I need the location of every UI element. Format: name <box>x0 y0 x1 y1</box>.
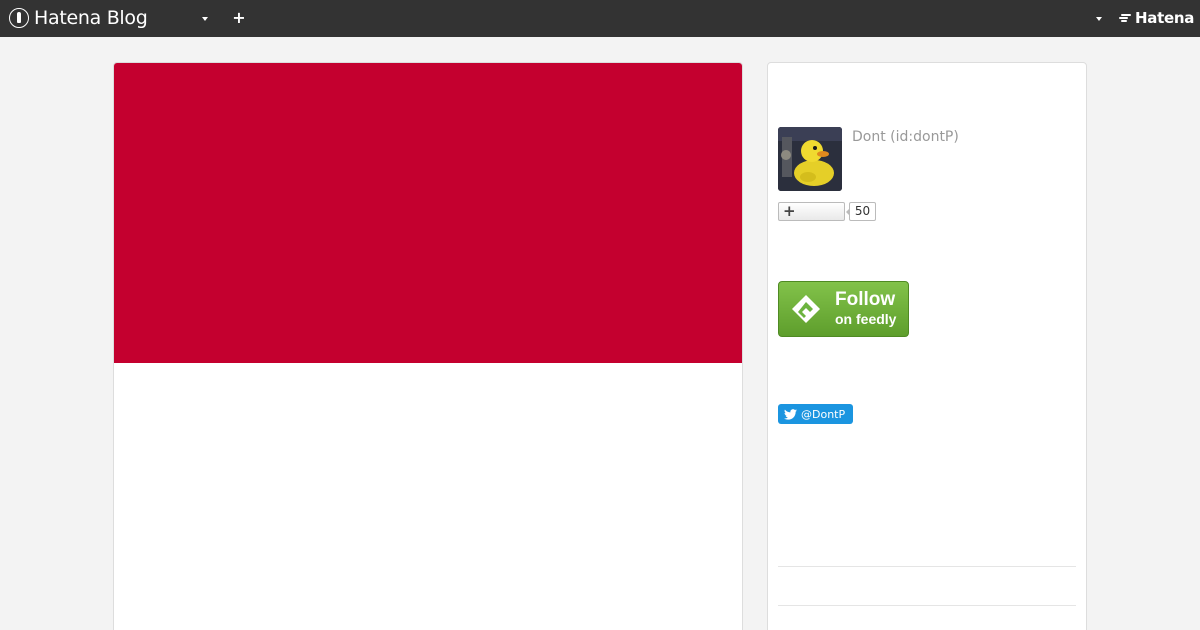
hatena-icon <box>1118 13 1133 23</box>
twitter-handle: @DontP <box>801 407 846 421</box>
hatena-blog-icon <box>9 8 29 28</box>
profile-name[interactable]: Dont (id:dontP) <box>852 129 959 145</box>
caret-down-icon[interactable] <box>1096 17 1102 21</box>
twitter-follow-button[interactable]: @DontP <box>778 404 853 424</box>
sidebar-divider <box>778 605 1076 606</box>
caret-down-icon[interactable] <box>202 17 208 21</box>
hatena-blog-logo[interactable]: Hatena Blog <box>9 7 148 29</box>
hatena-logo-text: Hatena <box>1135 9 1195 27</box>
global-header: Hatena Blog + Hatena <box>0 0 1200 37</box>
plus-icon: + <box>783 202 796 220</box>
twitter-bird-icon <box>784 408 797 420</box>
feedly-follow-label: Follow <box>835 289 896 310</box>
plus-icon[interactable]: + <box>232 10 246 26</box>
blog-header-banner <box>114 63 742 363</box>
sidebar-divider <box>778 566 1076 567</box>
rubber-duck-icon <box>778 127 842 191</box>
profile-avatar[interactable] <box>778 127 842 191</box>
follow-on-feedly-button[interactable]: Follow on feedly <box>778 281 909 337</box>
main-content <box>113 62 743 630</box>
subscriber-count: 50 <box>846 202 876 221</box>
feedly-on-label: on feedly <box>835 311 897 327</box>
subscribe-button[interactable]: + <box>778 202 845 221</box>
brand-title: Hatena Blog <box>34 7 148 29</box>
hatena-account-logo[interactable]: Hatena <box>1118 9 1194 27</box>
sidebar: Dont (id:dontP) + 50 Follow on feedly @D… <box>767 62 1087 630</box>
feedly-icon <box>792 295 820 323</box>
